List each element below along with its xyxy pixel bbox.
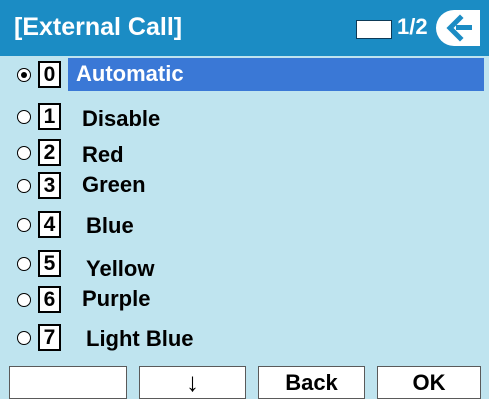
- option-automatic[interactable]: 0 Automatic: [0, 60, 489, 90]
- radio-button[interactable]: [17, 218, 31, 232]
- option-key-number: 4: [38, 211, 61, 238]
- option-label: Purple: [82, 286, 151, 311]
- radio-button[interactable]: [17, 110, 31, 124]
- option-green[interactable]: 3 Green: [0, 171, 489, 201]
- option-key-number: 5: [38, 250, 61, 277]
- option-key-number: 6: [38, 286, 61, 313]
- option-purple[interactable]: 6 Purple: [0, 285, 489, 315]
- option-red[interactable]: 2 Red: [0, 138, 489, 168]
- back-softkey[interactable]: Back: [258, 366, 365, 399]
- ok-softkey[interactable]: OK: [377, 366, 481, 399]
- radio-button[interactable]: [17, 257, 31, 271]
- option-blue[interactable]: 4 Blue: [0, 210, 489, 240]
- option-label: Red: [82, 142, 124, 167]
- option-key-number: 2: [38, 139, 61, 166]
- option-key-number: 0: [38, 61, 61, 88]
- option-label: Yellow: [86, 256, 155, 281]
- back-arrow-icon[interactable]: [436, 10, 480, 46]
- radio-dot: [20, 71, 27, 78]
- option-label: Disable: [82, 106, 161, 131]
- title-bar: [External Call] 1/2: [0, 0, 489, 56]
- option-key-number: 7: [38, 324, 61, 351]
- phone-screen: [External Call] 1/2 0 Automatic 1 Disabl…: [0, 0, 489, 399]
- option-key-number: 3: [38, 172, 61, 199]
- option-label: Automatic: [76, 61, 184, 86]
- radio-button[interactable]: [17, 293, 31, 307]
- option-label: Green: [82, 172, 146, 197]
- softkey-1[interactable]: [9, 366, 127, 399]
- radio-button[interactable]: [17, 331, 31, 345]
- page-title: [External Call]: [14, 13, 183, 41]
- option-key-number: 1: [38, 103, 61, 130]
- option-label: Blue: [86, 213, 134, 238]
- radio-button[interactable]: [17, 179, 31, 193]
- option-yellow[interactable]: 5 Yellow: [0, 249, 489, 281]
- radio-button-selected[interactable]: [17, 68, 31, 82]
- down-arrow-softkey[interactable]: ↓: [139, 366, 246, 399]
- radio-button[interactable]: [17, 146, 31, 160]
- option-light-blue[interactable]: 7 Light Blue: [0, 323, 489, 353]
- page-indicator-box: [356, 20, 392, 39]
- page-indicator: 1/2: [397, 14, 428, 39]
- option-disable[interactable]: 1 Disable: [0, 102, 489, 132]
- softkey-bar: ↓ Back OK: [0, 366, 489, 399]
- option-label: Light Blue: [86, 326, 194, 351]
